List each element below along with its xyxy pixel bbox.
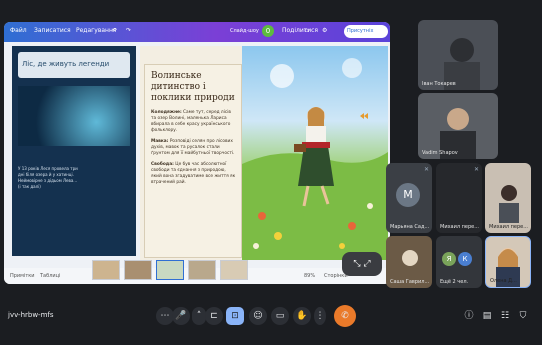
participant-tile[interactable]: М ✕ Марьяна Сад... (386, 163, 432, 233)
participant-name: Марьяна Сад... (390, 224, 430, 230)
meeting-code: jvv-hrbw-mfs (8, 311, 54, 319)
avatar: М (396, 183, 420, 207)
participant-name: Ещё 2 чел. (440, 279, 469, 285)
video-options-icon[interactable]: ˄ (192, 307, 206, 325)
participant-name: Іван Токарев (422, 81, 456, 87)
activities-icon[interactable]: ⛉ (514, 307, 532, 325)
participant-tile[interactable]: Я К Ещё 2 чел. (436, 236, 482, 288)
mic-off-icon: ✕ (473, 166, 479, 173)
participant-tile-self[interactable]: Олена Д... (485, 236, 531, 288)
presence-badge: 0 (262, 25, 274, 37)
participant-tile[interactable]: Саша Гаврил... (386, 236, 432, 288)
participant-tile[interactable]: Іван Токарев (418, 20, 498, 90)
share-label[interactable]: Поділитися (282, 27, 318, 34)
slide-title: Волинське дитинство і поклики природи (151, 71, 235, 103)
main-slide: Волинське дитинство і поклики природи Ко… (140, 46, 388, 260)
chat-icon[interactable]: ▤ (478, 307, 496, 325)
reactions-icon[interactable]: ☺ (249, 307, 267, 325)
slide-thumbnail[interactable] (156, 260, 184, 280)
settings-icon[interactable]: ⚙ (322, 27, 327, 34)
more-options-icon[interactable]: ⋮ (314, 307, 326, 325)
info-icon[interactable]: ⓘ (460, 307, 478, 325)
participant-tile[interactable]: Vadim Shapov (418, 93, 498, 159)
participant-tile[interactable]: Михаил пере... (485, 163, 531, 233)
slide-thumbnail[interactable] (188, 260, 216, 280)
participant-name: Vadim Shapov (422, 150, 458, 156)
slide-thumbnail[interactable] (124, 260, 152, 280)
people-icon[interactable]: ☷ (496, 307, 514, 325)
participant-video (444, 38, 480, 90)
present-button[interactable]: ⊡ (226, 307, 244, 325)
end-call-button[interactable]: ✆ (334, 305, 356, 327)
expand-controls[interactable]: ⤡ ⤢ (342, 252, 382, 276)
slide-thumbnail[interactable] (220, 260, 248, 280)
participant-name: Михаил пере... (489, 224, 528, 230)
text-card: Волинське дитинство і поклики природи Ко… (144, 64, 242, 258)
left-title-box: Ліс, де живуть легенди (18, 52, 130, 78)
para3-head: Свобода: (151, 162, 174, 167)
avatar: Я (442, 252, 456, 266)
comments-icon[interactable]: ▭ (304, 27, 310, 34)
notes-label[interactable]: Примітки (10, 273, 35, 279)
participant-name: Олена Д... (490, 278, 517, 284)
slide-left-panel: Ліс, де живуть легенди У 13 років Леся п… (12, 46, 136, 256)
avatar: К (458, 252, 472, 266)
participant-name: Саша Гаврил... (390, 279, 430, 285)
left-body: У 13 років Леся провела три дні біля озе… (18, 166, 78, 189)
left-title: Ліс, де живуть легенди (22, 60, 110, 68)
mic-off-icon: ✕ (423, 166, 429, 173)
participant-tile[interactable]: ✕ Михаил пере... (436, 163, 482, 233)
tabs-label[interactable]: Таблиці (40, 273, 60, 279)
slideshow-label[interactable]: Слайд-шоу (230, 28, 259, 34)
shared-presentation-window: Файл Записатися Редагування ↶ ↷ Слайд-шо… (4, 22, 390, 284)
presenters-button[interactable]: Присутніх (344, 25, 388, 38)
captions-icon[interactable]: ▭ (271, 307, 289, 325)
para1-head: Колодяжне: (151, 110, 182, 115)
participant-video (499, 185, 519, 223)
forest-image (18, 86, 130, 146)
camera-icon[interactable]: ⊏ (205, 307, 223, 325)
slide-thumbnails (92, 260, 248, 282)
participant-name: Михаил пере... (440, 224, 479, 230)
undo-icon[interactable]: ↶ (112, 27, 117, 34)
zoom-label[interactable]: 89% (304, 273, 315, 279)
menu-main[interactable]: Записатися (34, 27, 71, 34)
para2-head: Мавка: (151, 139, 169, 144)
menu-file[interactable]: Файл (10, 27, 27, 34)
menu-edit[interactable]: Редагування (76, 27, 117, 34)
slide-thumbnail[interactable] (92, 260, 120, 280)
redo-icon[interactable]: ↷ (126, 27, 131, 34)
call-toolbar: jvv-hrbw-mfs ⋯ 🎤 ˄ ⊏ ⊡ ☺ ▭ ✋ ⋮ ✆ ⓘ ▤ ☷ ⛉ (0, 292, 542, 345)
girl-in-meadow-painting (242, 46, 388, 260)
editor-toolbar: Файл Записатися Редагування ↶ ↷ Слайд-шо… (4, 22, 390, 42)
raise-hand-icon[interactable]: ✋ (293, 307, 311, 325)
mic-icon[interactable]: 🎤 (172, 307, 190, 325)
